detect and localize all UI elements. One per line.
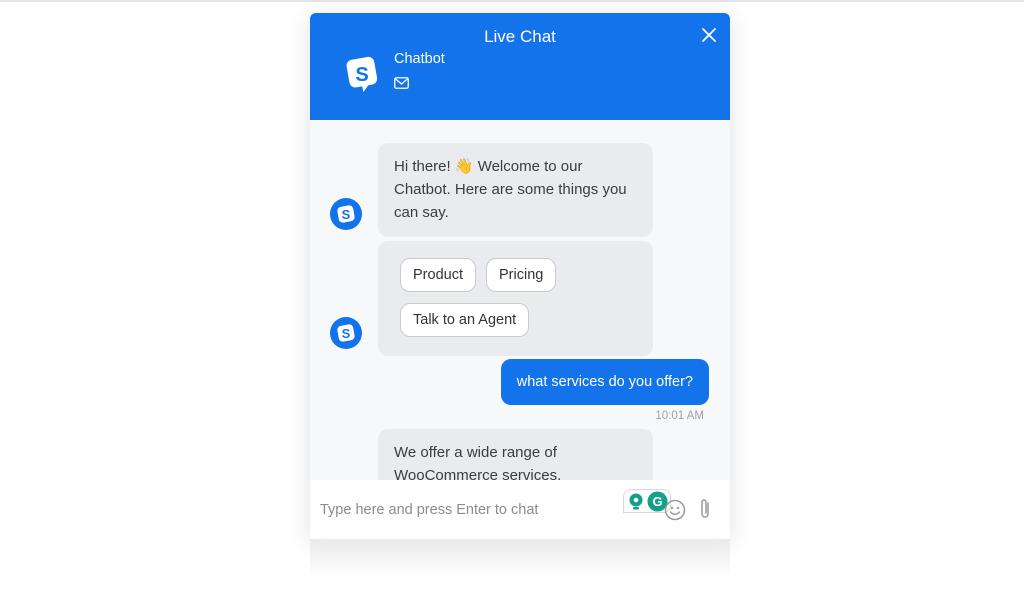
bot-avatar-icon: S: [330, 198, 362, 230]
chat-input[interactable]: [320, 494, 610, 526]
svg-text:S: S: [355, 64, 368, 86]
bot-message: We offer a wide range of WooCommerce ser…: [378, 429, 653, 480]
page-top-border: [0, 0, 1024, 2]
emoji-icon[interactable]: [664, 499, 686, 521]
bot-message: Hi there! 👋 Welcome to our Chatbot. Here…: [378, 143, 653, 237]
quick-reply-talk-to-agent[interactable]: Talk to an Agent: [400, 303, 530, 337]
message-list[interactable]: S Hi there! 👋 Welcome to our Chatbot. He…: [310, 120, 730, 480]
svg-text:S: S: [342, 326, 351, 341]
bot-avatar-icon: S: [330, 317, 362, 349]
chatbot-logo-icon: S: [346, 56, 378, 93]
svg-text:S: S: [342, 207, 351, 222]
mail-icon[interactable]: [394, 77, 409, 89]
paperclip-icon[interactable]: [698, 497, 712, 521]
chat-header: Live Chat S Chatbot: [310, 13, 730, 120]
live-chat-widget: Live Chat S Chatbot S Hi there! 👋 Welcom…: [310, 13, 730, 539]
quick-replies-bubble: Product Pricing Talk to an Agent: [378, 241, 653, 356]
composer: G: [310, 480, 730, 539]
message-timestamp: 10:01 AM: [655, 410, 704, 422]
quick-reply-pricing[interactable]: Pricing: [486, 258, 557, 292]
user-message: what services do you offer?: [500, 359, 709, 405]
grammarly-suggestion-icon: [629, 493, 643, 510]
chat-title: Live Chat: [484, 27, 556, 46]
widget-shadow: [310, 539, 730, 579]
close-icon[interactable]: [698, 24, 720, 46]
bot-name: Chatbot: [394, 51, 445, 67]
svg-text:G: G: [652, 494, 662, 509]
quick-reply-product[interactable]: Product: [400, 258, 476, 292]
